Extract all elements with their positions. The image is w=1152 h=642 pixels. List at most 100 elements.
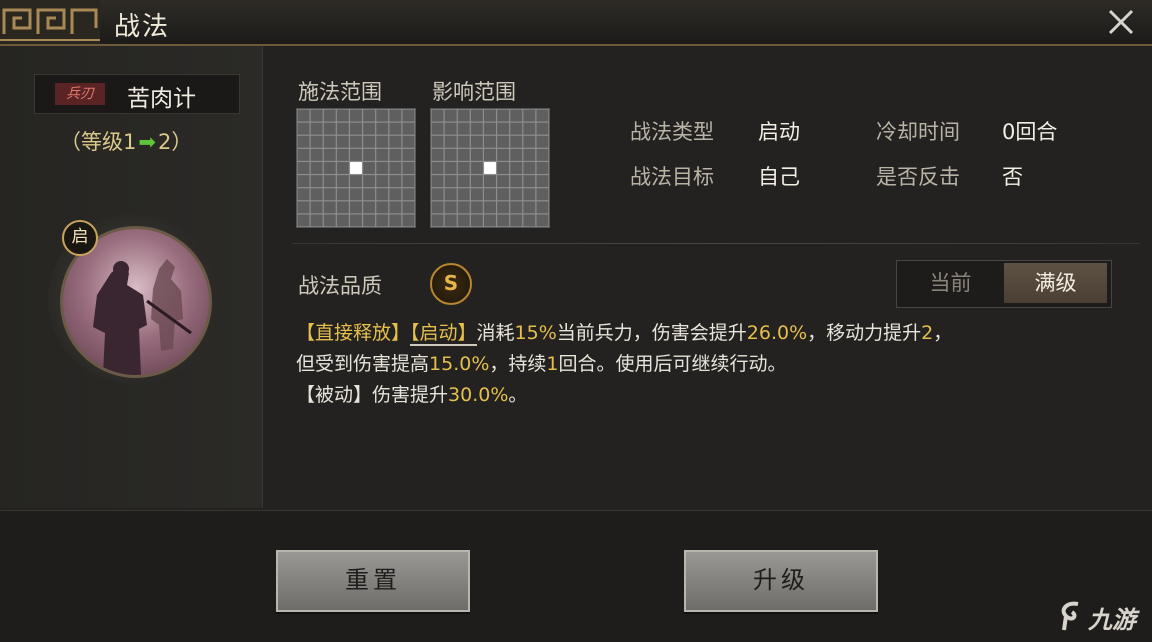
grid-cell [523, 175, 536, 188]
skill-target-label: 战法目标 [630, 165, 714, 189]
grid-cell [402, 175, 415, 188]
reset-button[interactable]: 重置 [276, 550, 470, 612]
grid-cell [376, 175, 389, 188]
skill-name: 苦肉计 [127, 86, 196, 112]
grid-cell [444, 109, 457, 122]
grid-cell [310, 175, 323, 188]
grid-cell [350, 201, 362, 214]
grid-cell [336, 188, 349, 201]
grid-cell [363, 135, 376, 148]
grid-cell [484, 122, 496, 135]
grid-cell [431, 175, 444, 188]
counter-value: 否 [1002, 165, 1023, 189]
grid-cell [350, 148, 362, 161]
grid-cell [310, 162, 323, 174]
toggle-current[interactable]: 当前 [899, 263, 1002, 303]
grid-cell [363, 188, 376, 201]
grid-cell [336, 148, 349, 161]
effect-range-grid-cells [431, 109, 549, 227]
grid-cell [497, 201, 510, 214]
quality-grade-badge: S [430, 263, 472, 305]
grid-cell [363, 148, 376, 161]
close-icon[interactable] [1104, 5, 1138, 39]
grid-cell [310, 201, 323, 214]
grid-cell [323, 148, 336, 161]
grid-cell [523, 201, 536, 214]
grid-cell [510, 162, 523, 174]
grid-cell [444, 135, 457, 148]
grid-cell [431, 188, 444, 201]
grid-cell [484, 148, 496, 161]
grid-cell [470, 109, 483, 122]
grid-cell [497, 214, 510, 227]
grid-cell [336, 214, 349, 227]
grid-cell [350, 188, 362, 201]
level-indicator: （等级1➡2） [60, 126, 192, 156]
toggle-max-level[interactable]: 满级 [1004, 263, 1107, 303]
grid-cell [431, 109, 444, 122]
grid-cell [444, 214, 457, 227]
grid-cell [470, 135, 483, 148]
grid-cell [470, 201, 483, 214]
grid-cell [363, 122, 376, 135]
grid-cell [336, 162, 349, 174]
grid-cell [484, 135, 496, 148]
grid-cell [336, 135, 349, 148]
grid-cell [350, 214, 362, 227]
grid-cell [470, 122, 483, 135]
grid-cell [523, 135, 536, 148]
level-view-toggle: 当前 满级 [896, 260, 1112, 308]
bottom-bar [0, 510, 1152, 642]
grid-cell [444, 201, 457, 214]
level-to: 2） [157, 130, 193, 154]
grid-cell [536, 135, 549, 148]
grid-cell [431, 135, 444, 148]
grid-cell [484, 188, 496, 201]
grid-cell [389, 122, 402, 135]
grid-cell [402, 135, 415, 148]
grid-cell [484, 109, 496, 122]
grid-cell [536, 201, 549, 214]
cooldown-value: 0回合 [1002, 120, 1058, 144]
grid-cell [323, 188, 336, 201]
upgrade-button[interactable]: 升级 [684, 550, 878, 612]
grid-cell [536, 175, 549, 188]
grid-cell [536, 122, 549, 135]
fret-ornament-icon [0, 0, 100, 44]
grid-cell [310, 135, 323, 148]
effect-range-grid [430, 108, 550, 228]
arrow-right-icon: ➡ [138, 130, 156, 154]
grid-cell [510, 109, 523, 122]
grid-cell [297, 201, 310, 214]
grid-cell [484, 175, 496, 188]
grid-cell [323, 122, 336, 135]
grid-cell [457, 122, 470, 135]
grid-cell [510, 122, 523, 135]
grid-cell [497, 188, 510, 201]
divider [292, 243, 1140, 244]
grid-cell [350, 175, 362, 188]
grid-cell [536, 162, 549, 174]
grid-cell [323, 162, 336, 174]
grid-cell [536, 109, 549, 122]
grid-cell [297, 214, 310, 227]
grid-cell [376, 148, 389, 161]
grid-cell [457, 175, 470, 188]
grid-cell [470, 214, 483, 227]
grid-cell [484, 201, 496, 214]
grid-cell [297, 188, 310, 201]
description-line-2: 但受到伤害提高15.0%，持续1回合。使用后可继续行动。 [296, 353, 787, 375]
grid-cell [389, 188, 402, 201]
grid-cell [457, 188, 470, 201]
grid-cell [497, 175, 510, 188]
grid-cell [431, 214, 444, 227]
grid-cell [536, 148, 549, 161]
grid-cell [376, 135, 389, 148]
grid-cell [376, 201, 389, 214]
grid-cell [457, 201, 470, 214]
description-line-1: 【直接释放】【启动】消耗15%当前兵力，伤害会提升26.0%，移动力提升2， [296, 322, 953, 346]
effect-range-label: 影响范围 [432, 80, 516, 104]
grid-cell [363, 175, 376, 188]
grid-cell [402, 214, 415, 227]
grid-cell [389, 201, 402, 214]
